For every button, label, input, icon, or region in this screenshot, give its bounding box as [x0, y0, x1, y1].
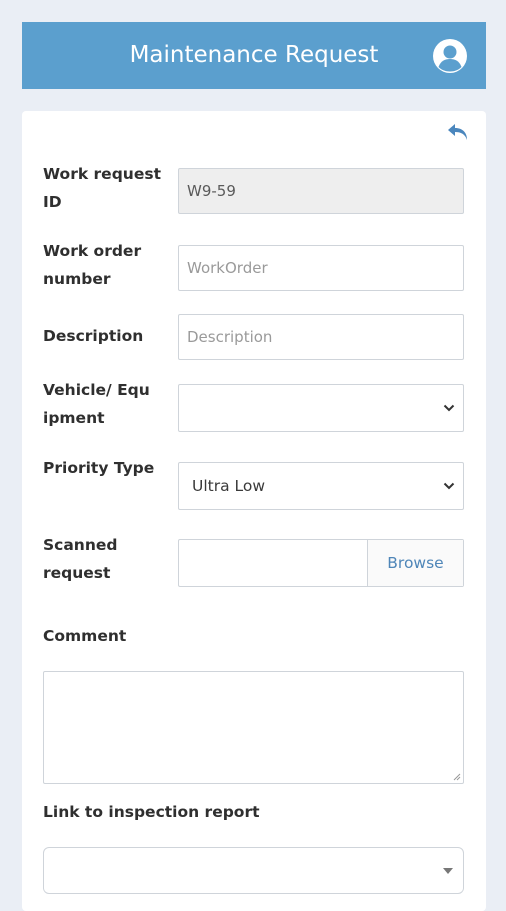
- link-inspection-label: Link to inspection report: [43, 803, 260, 821]
- comment-label: Comment: [43, 627, 127, 645]
- work-order-number-label: Work order number: [43, 242, 142, 288]
- work-request-id-label: Work request ID: [43, 165, 161, 211]
- scanned-request-file-input[interactable]: Browse: [178, 539, 464, 587]
- vehicle-equipment-select[interactable]: [178, 384, 464, 432]
- description-input[interactable]: [178, 314, 464, 360]
- page-title: Maintenance Request: [129, 42, 379, 68]
- inspection-report-select[interactable]: [43, 847, 464, 894]
- description-label: Description: [43, 327, 144, 345]
- user-circle-icon[interactable]: [432, 38, 468, 74]
- resize-handle-icon[interactable]: [453, 773, 461, 781]
- priority-type-value: Ultra Low: [192, 477, 266, 495]
- caret-down-icon: [443, 868, 453, 874]
- priority-type-select[interactable]: Ultra Low: [178, 462, 464, 510]
- priority-type-label: Priority Type: [43, 459, 155, 477]
- chevron-down-icon: [443, 404, 455, 412]
- scanned-request-label: Scanned request: [43, 536, 118, 582]
- reply-arrow-icon[interactable]: [446, 122, 470, 142]
- work-request-id-field: [178, 168, 464, 214]
- request-form-card: Work request ID Work order number Descri…: [22, 111, 486, 911]
- browse-button[interactable]: Browse: [367, 540, 463, 586]
- work-order-number-input[interactable]: [178, 245, 464, 291]
- chevron-down-icon: [443, 482, 455, 490]
- comment-textarea[interactable]: [43, 671, 464, 784]
- app-header: Maintenance Request: [22, 22, 486, 89]
- vehicle-equipment-label: Vehicle/ Equ ipment: [43, 381, 150, 427]
